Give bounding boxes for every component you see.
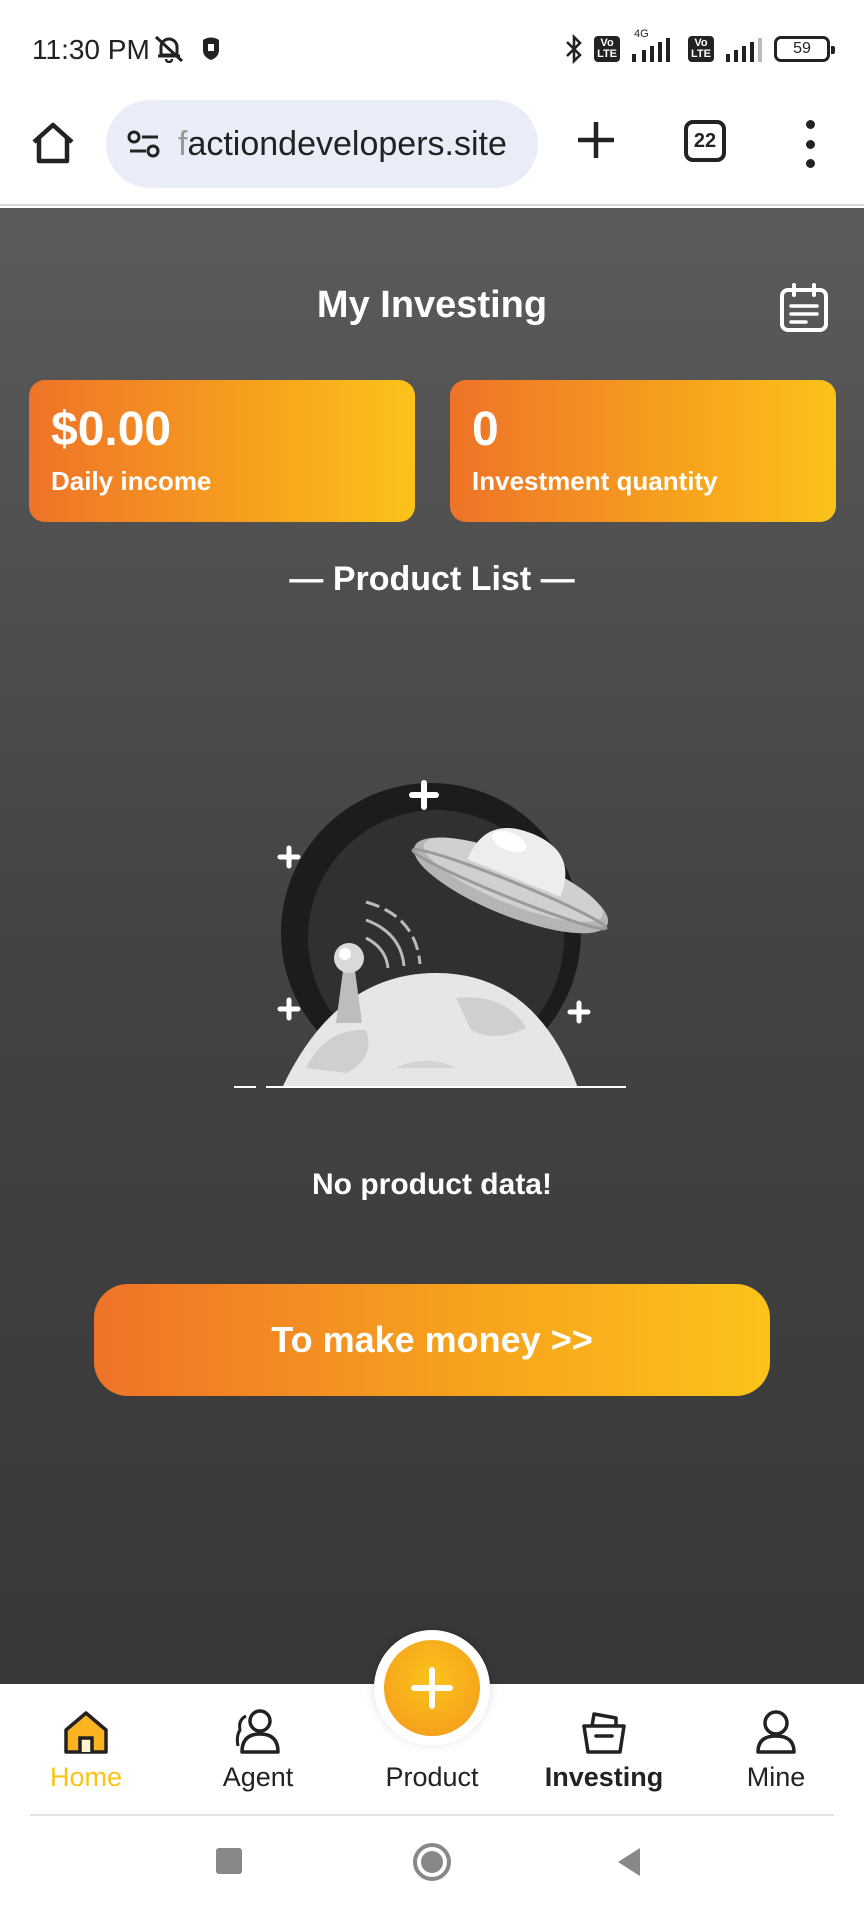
investment-quantity-card: 0 Investment quantity xyxy=(450,380,836,522)
signal-4g-icon: 4G xyxy=(630,28,678,64)
home-icon xyxy=(64,1711,108,1754)
nav-label-agent: Agent xyxy=(222,1762,294,1792)
daily-income-label: Daily income xyxy=(51,466,212,496)
address-bar[interactable]: factiondevelopers.site xyxy=(106,100,538,188)
system-navigation-bar xyxy=(0,1816,864,1920)
product-list-heading: — Product List — xyxy=(289,560,575,598)
page-title: My Investing xyxy=(316,284,548,326)
nav-label-investing: Investing xyxy=(544,1762,664,1792)
more-menu-icon[interactable] xyxy=(798,120,822,168)
site-settings-icon[interactable] xyxy=(126,128,162,160)
agent-icon xyxy=(235,1709,280,1754)
app-content: My Investing $0.00 Daily income 0 Invest… xyxy=(0,208,864,1684)
back-triangle-icon[interactable] xyxy=(614,1846,644,1878)
status-time: 11:30 PM xyxy=(32,34,150,65)
daily-income-value: $0.00 xyxy=(51,403,172,456)
daily-income-card: $0.00 Daily income xyxy=(29,380,415,522)
volte-badge-2: Vo LTE xyxy=(688,36,714,62)
status-right-icons: Vo LTE 4G Vo LTE 59 xyxy=(564,28,835,64)
recent-apps-icon[interactable] xyxy=(214,1846,244,1876)
status-bar: 11:30 PM Vo LTE 4G Vo LTE 59 xyxy=(0,0,864,96)
make-money-button[interactable]: To make money >> xyxy=(94,1284,770,1396)
plus-icon[interactable] xyxy=(574,118,618,162)
battery-icon: 59 xyxy=(774,36,835,62)
basket-icon xyxy=(582,1712,626,1754)
battery-level: 59 xyxy=(793,40,811,57)
home-circle-icon[interactable] xyxy=(412,1842,452,1882)
volte-badge-1: Vo LTE xyxy=(594,36,621,62)
bell-muted-icon xyxy=(154,35,184,63)
bluetooth-icon xyxy=(566,34,582,64)
investment-quantity-label: Investment quantity xyxy=(472,466,718,496)
tab-count: 22 xyxy=(693,129,717,152)
investment-quantity-value: 0 xyxy=(472,403,499,456)
tab-switcher-button[interactable]: 22 xyxy=(684,120,726,162)
shield-icon xyxy=(203,37,219,60)
empty-state-message: No product data! xyxy=(312,1168,552,1201)
nav-item-agent[interactable]: Agent xyxy=(172,1706,344,1793)
ufo-empty-state-illustration xyxy=(234,780,626,1088)
user-icon xyxy=(756,1710,796,1754)
nav-item-investing[interactable]: Investing xyxy=(518,1706,690,1793)
nav-label-product: Product xyxy=(385,1762,479,1792)
home-icon[interactable] xyxy=(28,118,78,168)
browser-toolbar: factiondevelopers.site 22 xyxy=(0,96,864,206)
plus-icon xyxy=(411,1667,453,1709)
signal-icon xyxy=(726,38,762,62)
calendar-records-icon[interactable] xyxy=(778,282,830,334)
nav-label-mine: Mine xyxy=(746,1762,806,1792)
nav-item-mine[interactable]: Mine xyxy=(690,1706,862,1793)
nav-label-home: Home xyxy=(49,1762,123,1792)
product-fab-button[interactable] xyxy=(384,1640,480,1736)
nav-item-home[interactable]: Home xyxy=(0,1706,172,1793)
url-text[interactable]: factiondevelopers.site xyxy=(178,125,507,164)
status-left-icons xyxy=(152,33,222,63)
url-domain: actiondevelopers.site xyxy=(187,124,507,163)
